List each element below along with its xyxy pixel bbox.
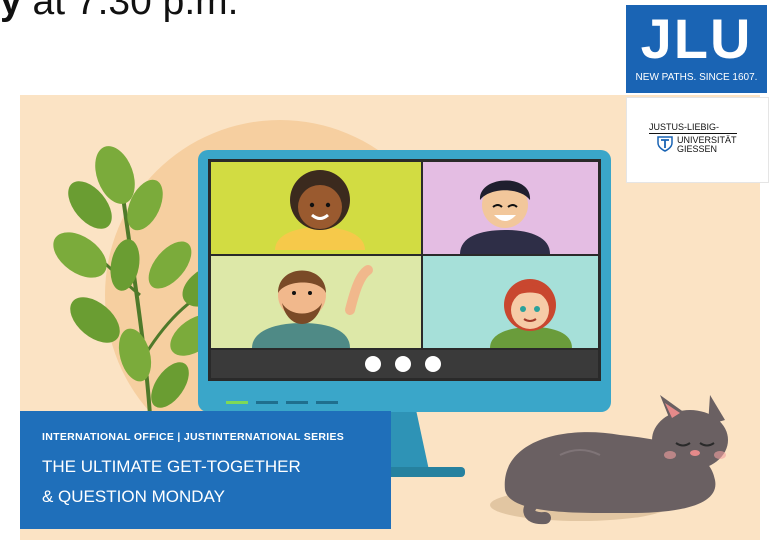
university-name-line3: GIESSEN xyxy=(677,144,718,154)
jlu-logo: JLU NEW PATHS. SINCE 1607. xyxy=(626,5,767,93)
event-series-label: INTERNATIONAL OFFICE | JUSTINTERNATIONAL… xyxy=(42,431,345,443)
heading-bold: y xyxy=(0,0,22,23)
shield-icon xyxy=(657,136,673,152)
logo-letters: JLU xyxy=(640,7,753,70)
heading-text: at 7:30 p.m. xyxy=(21,0,239,23)
university-logo: JUSTUS-LIEBIG- UNIVERSITÄT GIESSEN xyxy=(626,97,769,183)
page-heading: y at 7:30 p.m. xyxy=(0,0,239,24)
event-title-line1: THE ULTIMATE GET-TOGETHER xyxy=(42,457,301,476)
event-title-line2: & QUESTION MONDAY xyxy=(42,487,225,506)
event-title-box: INTERNATIONAL OFFICE | JUSTINTERNATIONAL… xyxy=(20,411,391,529)
university-name-line1: JUSTUS-LIEBIG- xyxy=(649,122,720,132)
computer-monitor-icon xyxy=(198,150,611,412)
logo-tagline: NEW PATHS. SINCE 1607. xyxy=(635,72,758,83)
university-divider xyxy=(649,133,737,134)
sleeping-cat-icon xyxy=(490,395,728,525)
